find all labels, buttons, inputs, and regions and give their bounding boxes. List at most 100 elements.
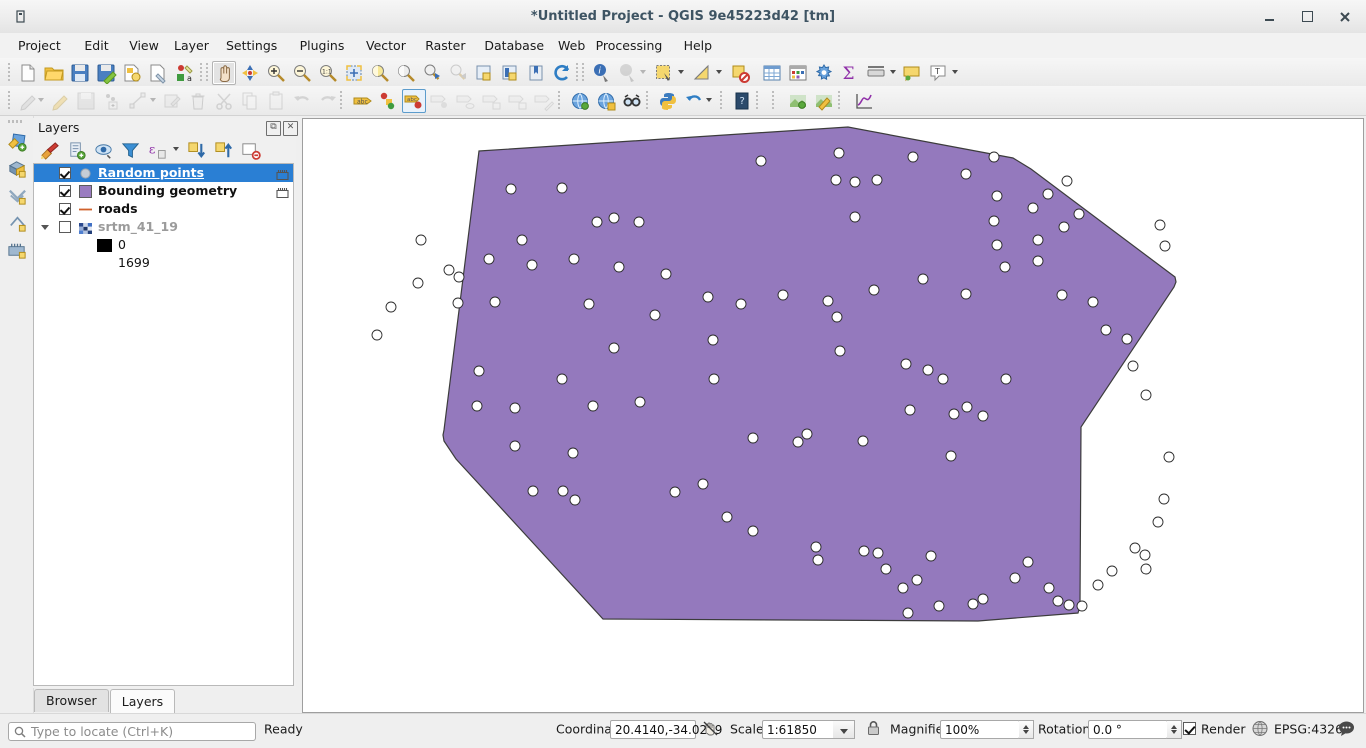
magnifier-spinner[interactable] xyxy=(1019,720,1034,739)
rotation-field[interactable]: 0.0 ° xyxy=(1088,720,1168,739)
data-source-manager-icon[interactable] xyxy=(5,130,30,155)
menu-item-view[interactable]: View xyxy=(121,33,167,58)
text-annotation-icon[interactable]: T xyxy=(926,61,950,85)
show-bookmarks-icon[interactable] xyxy=(524,61,548,85)
deselect-all-icon[interactable] xyxy=(728,61,752,85)
new-annotation-icon[interactable] xyxy=(900,61,924,85)
scale-field[interactable]: 1:61850 xyxy=(762,720,842,739)
measure-line-icon[interactable] xyxy=(616,61,640,85)
pan-to-selection-icon[interactable] xyxy=(238,61,262,85)
cut-features-icon[interactable] xyxy=(212,89,236,113)
scale-dropdown-button[interactable] xyxy=(833,720,855,739)
deselect-features-icon[interactable] xyxy=(690,61,714,85)
pin-labels-icon[interactable] xyxy=(428,89,452,113)
about-icon[interactable]: ? xyxy=(730,89,754,113)
zoom-to-layer-icon[interactable] xyxy=(394,61,418,85)
menu-item-settings[interactable]: Settings xyxy=(218,33,285,58)
menu-item-edit[interactable]: Edit xyxy=(76,33,116,58)
identify-features-icon[interactable]: i xyxy=(590,61,614,85)
filter-legend-by-expression-icon[interactable]: ε xyxy=(146,139,171,164)
metasearch-icon[interactable] xyxy=(568,89,592,113)
map-canvas[interactable] xyxy=(302,118,1364,713)
menu-item-database[interactable]: Database xyxy=(476,33,552,58)
open-attribute-table-icon[interactable] xyxy=(760,61,784,85)
panel-float-button[interactable]: ⧉ xyxy=(266,121,281,136)
layer-visibility-checkbox[interactable] xyxy=(59,167,71,179)
minimize-button[interactable] xyxy=(1256,7,1282,26)
statistical-summary-icon[interactable]: Σ xyxy=(838,61,862,85)
style-layer-icon[interactable] xyxy=(376,89,400,113)
maximize-button[interactable] xyxy=(1294,7,1320,26)
osm-place-search-icon[interactable] xyxy=(620,89,644,113)
highlight-pinned-labels-icon[interactable]: abc xyxy=(402,89,426,113)
wms-layer-icon[interactable] xyxy=(594,89,618,113)
layer-visibility-checkbox[interactable] xyxy=(59,203,71,215)
python-console-icon[interactable] xyxy=(656,89,680,113)
locator-search-input[interactable]: Type to locate (Ctrl+K) xyxy=(8,722,256,741)
manage-layer-visibility-icon[interactable] xyxy=(92,139,117,164)
menu-item-vector[interactable]: Vector xyxy=(358,33,414,58)
new-project-icon[interactable] xyxy=(16,61,40,85)
add-point-feature-icon[interactable] xyxy=(100,89,124,113)
zoom-out-icon[interactable] xyxy=(290,61,314,85)
add-vector-layer-icon[interactable] xyxy=(5,157,30,182)
show-hide-labels-icon[interactable] xyxy=(454,89,478,113)
current-edits-icon[interactable] xyxy=(16,89,40,113)
zoom-to-selection-icon[interactable] xyxy=(368,61,392,85)
layer-visibility-checkbox[interactable] xyxy=(59,185,71,197)
collapse-all-icon[interactable] xyxy=(212,139,237,164)
panel-close-button[interactable]: ✕ xyxy=(283,121,298,136)
remove-layer-icon[interactable] xyxy=(239,139,264,164)
copy-features-icon[interactable] xyxy=(238,89,262,113)
toolbar-grip[interactable] xyxy=(8,120,24,123)
gdal-tools-icon[interactable] xyxy=(812,89,836,113)
layer-row-bounding-geometry[interactable]: Bounding geometry xyxy=(34,182,293,200)
layer-row-srtm-41-19[interactable]: srtm_41_19 xyxy=(34,218,293,236)
add-group-icon[interactable] xyxy=(65,139,90,164)
new-3d-map-view-icon[interactable] xyxy=(498,61,522,85)
panel-tab-layers[interactable]: Layers xyxy=(110,689,175,713)
label-icon[interactable]: abc xyxy=(350,89,374,113)
globe-icon[interactable] xyxy=(1252,721,1269,738)
lock-scale-icon[interactable] xyxy=(866,720,882,738)
magnifier-field[interactable]: 100% xyxy=(940,720,1020,739)
expander-icon[interactable] xyxy=(41,225,49,230)
add-mesh-layer-icon[interactable] xyxy=(5,238,30,263)
plot-icon[interactable] xyxy=(852,89,876,113)
expand-all-icon[interactable] xyxy=(185,139,210,164)
zoom-last-icon[interactable] xyxy=(420,61,444,85)
change-label-icon[interactable] xyxy=(532,89,556,113)
toggle-editing-icon[interactable] xyxy=(48,89,72,113)
menu-item-help[interactable]: Help xyxy=(676,33,721,58)
panel-tab-browser[interactable]: Browser xyxy=(34,689,109,712)
modify-attributes-icon[interactable] xyxy=(160,89,184,113)
layer-row-random-points[interactable]: Random points xyxy=(34,164,293,182)
zoom-in-icon[interactable] xyxy=(264,61,288,85)
refresh-icon[interactable] xyxy=(550,61,574,85)
filter-legend-icon[interactable] xyxy=(119,139,144,164)
layer-row-roads[interactable]: roads xyxy=(34,200,293,218)
vertex-tool-icon[interactable] xyxy=(126,89,150,113)
menu-item-project[interactable]: Project xyxy=(10,33,69,58)
layer-indicator-icon[interactable] xyxy=(276,185,289,196)
move-label-icon[interactable] xyxy=(480,89,504,113)
layers-tree[interactable]: Random pointsBounding geometryroadssrtm_… xyxy=(33,163,294,686)
georeferencer-icon[interactable] xyxy=(786,89,810,113)
zoom-full-icon[interactable] xyxy=(342,61,366,85)
add-raster-layer-icon[interactable] xyxy=(5,184,30,209)
pan-map-icon[interactable] xyxy=(212,61,236,85)
toggle-extents-icon[interactable] xyxy=(702,720,720,738)
render-checkbox[interactable] xyxy=(1183,722,1196,735)
layout-manager-icon[interactable] xyxy=(146,61,170,85)
open-project-icon[interactable] xyxy=(42,61,66,85)
help-contents-icon[interactable] xyxy=(682,89,706,113)
style-manager-icon[interactable]: a xyxy=(172,61,196,85)
coordinate-field[interactable]: 20.4140,-34.0239 xyxy=(610,720,696,739)
rotate-label-icon[interactable] xyxy=(506,89,530,113)
layer-visibility-checkbox[interactable] xyxy=(59,221,71,233)
save-project-as-icon[interactable] xyxy=(94,61,118,85)
zoom-native-icon[interactable]: 1:1 xyxy=(316,61,340,85)
show-map-tips-icon[interactable] xyxy=(864,61,888,85)
select-features-icon[interactable] xyxy=(652,61,676,85)
processing-toolbox-icon[interactable] xyxy=(812,61,836,85)
